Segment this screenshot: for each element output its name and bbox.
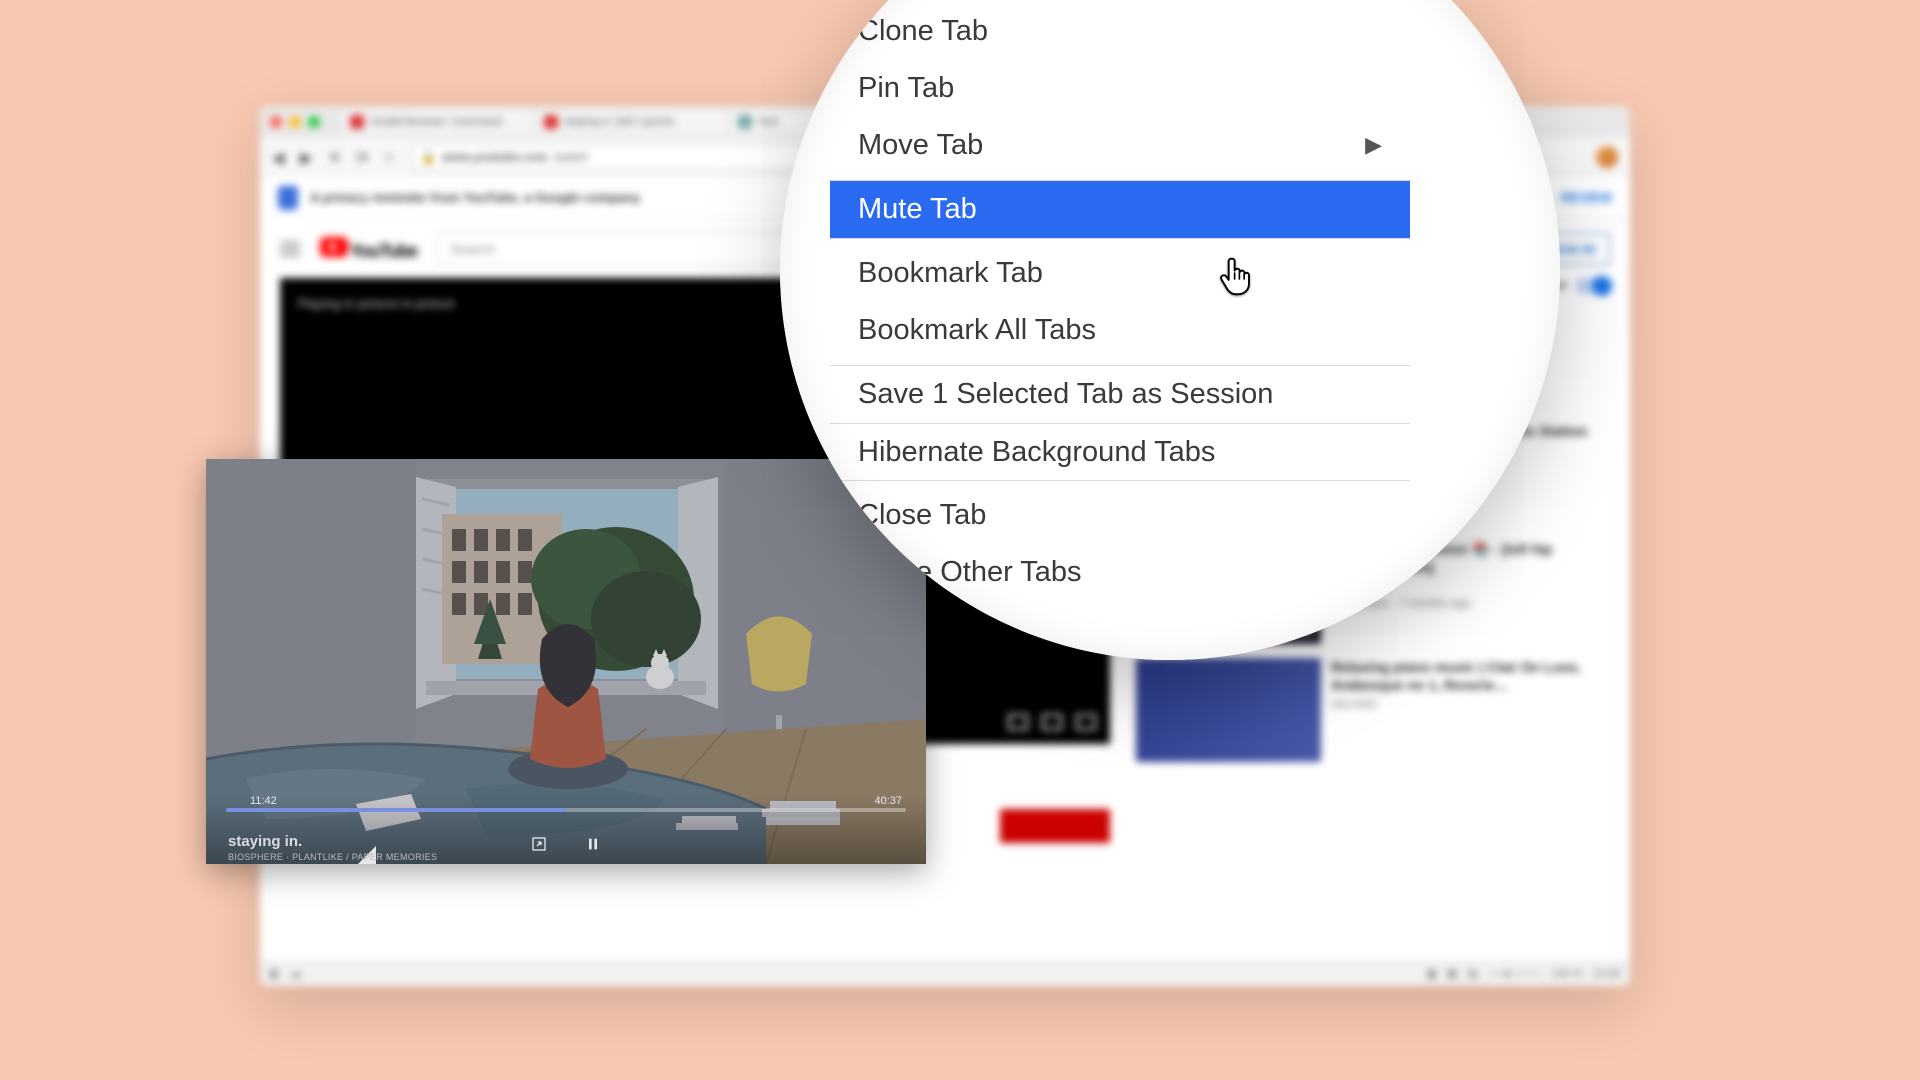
menu-item-save-session[interactable]: Save 1 Selected Tab as Session [830,366,1410,423]
youtube-logo[interactable]: YouTube [320,237,417,262]
review-button[interactable]: REVIEW [1561,190,1612,205]
menu-item-close-other-tabs[interactable]: Close Other Tabs [830,544,1410,601]
zoom-value: 130 % [1551,968,1582,980]
pip-video-title: staying in. [228,833,302,850]
pip-video-subtitle: BIOSPHERE · PLANTLIKE / PAPER MEMORIES [228,852,437,862]
lock-icon: 🔒 [421,150,436,164]
menu-item-clone-tab[interactable]: Clone Tab [830,3,1410,60]
panel-toggle-icon[interactable]: ◧ [270,967,280,980]
profile-avatar[interactable] [1596,146,1618,168]
shield-icon [278,186,298,210]
popout-icon[interactable] [531,836,547,852]
menu-item-bookmark-tab[interactable]: Bookmark Tab [830,245,1410,302]
sync-icon[interactable]: ☁ [290,967,301,980]
reload-icon[interactable]: ⟳ [356,148,374,166]
elapsed-time: 11:42 [250,795,277,807]
video-thumbnail [1136,658,1321,762]
theater-icon[interactable] [1042,714,1062,730]
minimize-window-icon[interactable] [289,116,301,128]
browser-tab[interactable]: staying in. [lofi / jazzho [536,110,726,134]
menu-item-mute-tab[interactable]: Mute Tab [830,181,1410,238]
zoom-window-icon[interactable] [308,116,320,128]
submenu-arrow-icon: ▶ [1365,128,1382,162]
window-controls[interactable] [270,116,320,128]
total-time: 40:37 [874,795,902,807]
forward-icon[interactable]: ▶ [300,148,318,166]
menu-item-close-tab[interactable]: Close Tab [830,487,1410,544]
subscribe-button[interactable] [1000,809,1110,843]
youtube-play-icon [320,237,348,257]
suggested-video[interactable]: Relaxing piano music | Clair De Lune, Ar… [1136,658,1610,762]
pip-controls: 11:42 40:37 staying in. BIOSPHERE · PLAN… [206,796,926,864]
images-toggle-icon[interactable]: ▤ [1467,967,1477,980]
autoplay-toggle[interactable] [1576,278,1610,294]
home-icon[interactable]: ⌂ [384,148,402,166]
back-icon[interactable]: ◀ [272,148,290,166]
status-bar: ◧ ☁ ▣ ▦ ▤ ──●──── 130 % 13:36 [260,960,1630,986]
pause-icon[interactable] [585,836,601,852]
menu-item-bookmark-all-tabs[interactable]: Bookmark All Tabs [830,302,1410,359]
tab-context-menu: Reload Tab Clone Tab Pin Tab Move Tab ▶ … [830,0,1410,607]
stop-icon[interactable]: ✕ [328,148,346,166]
menu-item-pin-tab[interactable]: Pin Tab [830,60,1410,117]
close-window-icon[interactable] [270,116,282,128]
banner-text: A privacy reminder from YouTube, a Googl… [310,190,640,205]
tiling-icon[interactable]: ▦ [1447,967,1457,980]
menu-item-move-tab[interactable]: Move Tab ▶ [830,117,1410,174]
miniplayer-icon[interactable] [1008,714,1028,730]
menu-icon[interactable] [280,242,300,256]
pip-window[interactable]: 11:42 40:37 staying in. BIOSPHERE · PLAN… [206,459,926,864]
menu-item-hibernate-background[interactable]: Hibernate Background Tabs [830,424,1410,481]
zoom-slider[interactable]: ──●──── [1488,968,1541,980]
capture-icon[interactable]: ▣ [1427,967,1437,980]
fullscreen-icon[interactable] [1076,714,1096,730]
browser-tab[interactable]: Vivaldi Browser. Command [342,110,532,134]
progress-bar[interactable] [226,808,906,812]
clock: 13:36 [1592,968,1620,980]
